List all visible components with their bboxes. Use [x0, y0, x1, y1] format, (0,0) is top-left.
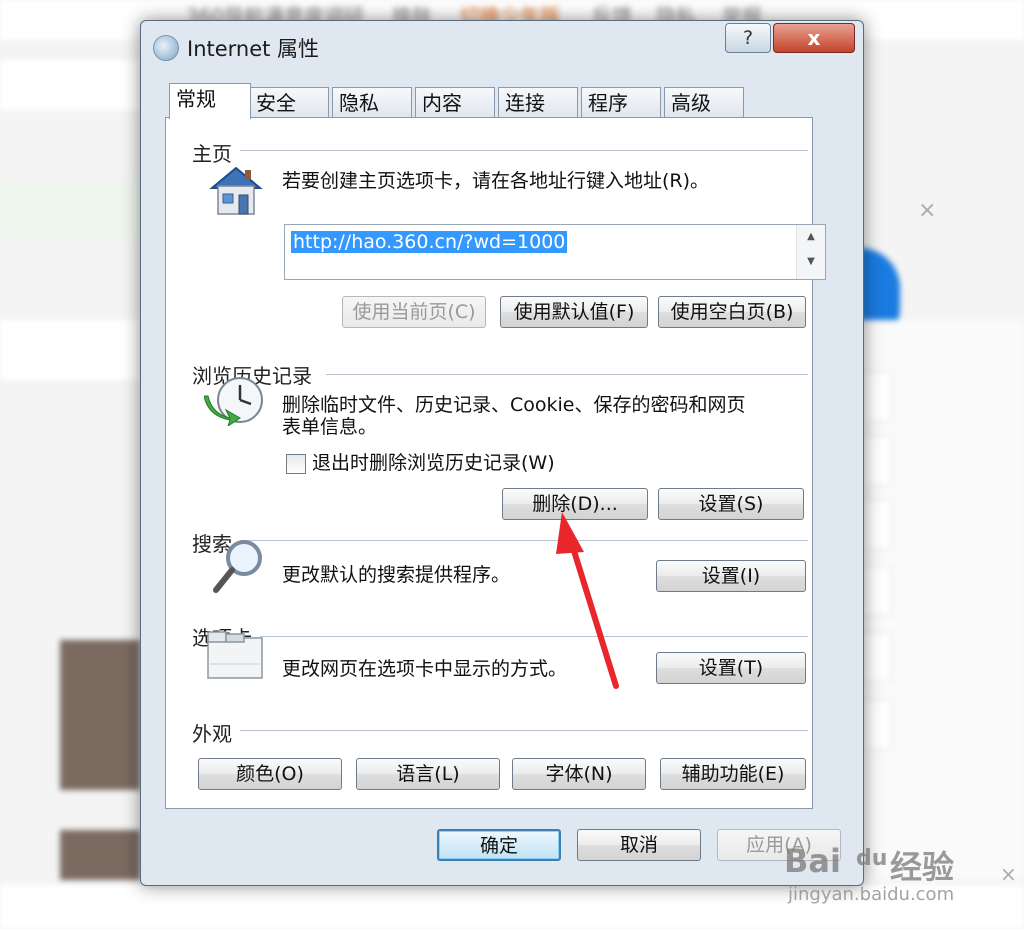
- close-button[interactable]: x: [773, 23, 855, 53]
- history-description-line1: 删除临时文件、历史记录、Cookie、保存的密码和网页: [282, 394, 746, 416]
- help-button[interactable]: ?: [725, 23, 771, 53]
- internet-options-icon: [153, 35, 179, 61]
- internet-options-dialog: Internet 属性 ? x 常规 安全 隐私 内容 连接 程序 高级 主页 …: [140, 20, 864, 886]
- tab-programs[interactable]: 程序: [581, 87, 661, 117]
- scroll-up-icon[interactable]: ▲: [797, 231, 825, 242]
- scroll-down-icon[interactable]: ▼: [797, 256, 825, 267]
- tab-general[interactable]: 常规: [169, 83, 251, 119]
- homepage-url-text[interactable]: http://hao.360.cn/?wd=1000: [291, 231, 568, 253]
- bg-close-icon[interactable]: ×: [918, 198, 936, 223]
- watermark-brand-suffix: du: [856, 846, 888, 871]
- search-description: 更改默认的搜索提供程序。: [282, 564, 511, 586]
- ok-button[interactable]: 确定: [437, 829, 561, 861]
- colors-button[interactable]: 颜色(O): [198, 758, 342, 790]
- search-magnifier-icon: [213, 540, 262, 593]
- section-divider: [236, 730, 808, 731]
- use-current-button[interactable]: 使用当前页(C): [342, 296, 486, 328]
- history-clock-icon: [204, 377, 263, 426]
- use-default-button[interactable]: 使用默认值(F): [500, 296, 648, 328]
- bg-band: [0, 60, 140, 110]
- delete-on-exit-checkbox[interactable]: [286, 454, 306, 474]
- history-settings-button[interactable]: 设置(S): [658, 488, 804, 520]
- search-settings-button[interactable]: 设置(I): [656, 560, 806, 592]
- house-icon: [209, 166, 263, 215]
- watermark-cn: 经验: [890, 848, 955, 886]
- watermark-brand: Bai: [784, 842, 841, 880]
- url-scrollbar[interactable]: ▲ ▼: [796, 225, 825, 279]
- bg-thumbnail: [60, 640, 140, 790]
- bg-band: [0, 320, 140, 380]
- baidu-watermark: Bai du 经验 jingyan.baidu.com: [780, 820, 1020, 916]
- tab-connections[interactable]: 连接: [498, 87, 578, 117]
- cancel-button[interactable]: 取消: [577, 829, 701, 861]
- general-tab-panel: 主页 若要创建主页选项卡，请在各地址行键入地址(R)。 http://hao.3…: [165, 117, 826, 809]
- appearance-section-title: 外观: [192, 718, 240, 747]
- section-divider: [256, 636, 808, 637]
- bg-right-cell: [860, 632, 892, 682]
- annotation-arrow-icon: [556, 512, 619, 689]
- bg-right-cell: [860, 500, 892, 550]
- tabs-description: 更改网页在选项卡中显示的方式。: [282, 658, 568, 680]
- tab-content[interactable]: 内容: [415, 87, 495, 117]
- section-divider: [236, 150, 808, 151]
- bg-right-cell: [860, 700, 892, 750]
- homepage-description: 若要创建主页选项卡，请在各地址行键入地址(R)。: [282, 170, 710, 192]
- fonts-button[interactable]: 字体(N): [512, 758, 646, 790]
- bg-right-cell: [860, 372, 892, 422]
- title-bar[interactable]: Internet 属性 ? x: [141, 21, 863, 73]
- bg-right-cell: [860, 436, 892, 486]
- tab-advanced[interactable]: 高级: [664, 87, 744, 117]
- section-divider: [326, 374, 808, 375]
- watermark-domain: jingyan.baidu.com: [788, 884, 955, 905]
- tab-security[interactable]: 安全: [249, 87, 329, 117]
- bg-right-cell: [860, 566, 892, 616]
- tabs-window-icon: [207, 631, 263, 679]
- delete-on-exit-label[interactable]: 退出时删除浏览历史记录(W): [312, 452, 555, 474]
- dialog-title: Internet 属性: [187, 37, 320, 61]
- history-description-line2: 表单信息。: [282, 416, 378, 438]
- languages-button[interactable]: 语言(L): [356, 758, 500, 790]
- accessibility-button[interactable]: 辅助功能(E): [660, 758, 806, 790]
- tab-privacy[interactable]: 隐私: [332, 87, 412, 117]
- bg-thumbnail: [60, 830, 140, 880]
- bg-band: [0, 180, 140, 240]
- homepage-url-input[interactable]: http://hao.360.cn/?wd=1000 ▲ ▼: [284, 224, 826, 280]
- use-blank-button[interactable]: 使用空白页(B): [658, 296, 806, 328]
- tabs-settings-button[interactable]: 设置(T): [656, 652, 806, 684]
- section-divider: [240, 540, 808, 541]
